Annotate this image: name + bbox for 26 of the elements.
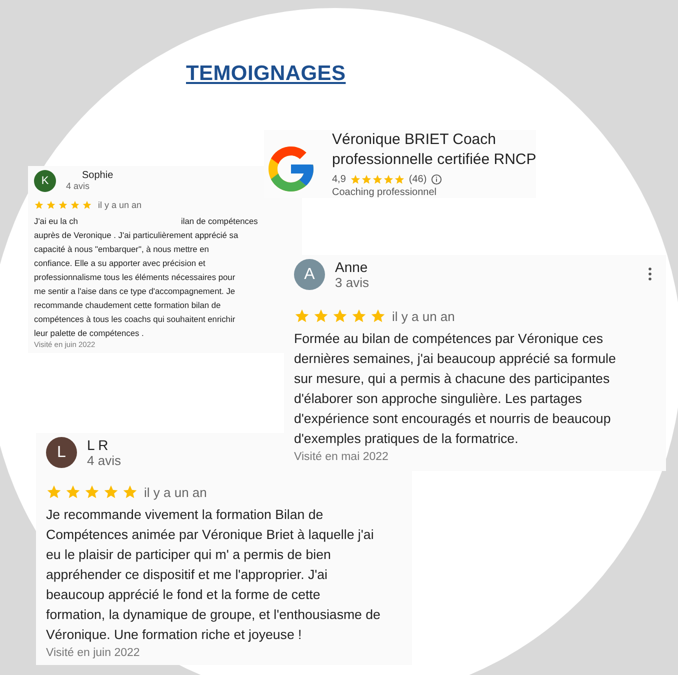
review-count: 4 avis <box>87 453 121 468</box>
review-text: Je recommande vivement la formation Bilan de Compétences animée par Véronique Briet à laquelle j'ai eu le plaisir de participer qui m' a permis de bien appréhender ce dispositif et me l'approprier. J'ai beaucoup apprécié le fond et la forme de cette formation, la dynamique de groupe, et l'enthousiasme de Véronique. Une formation riche et joyeuse ! <box>46 506 382 644</box>
reviewer-name: Anne <box>335 259 369 275</box>
review-text: Formée au bilan de compétences par Véronique ces dernières semaines, j'ai beaucoup apprécié sa formule sur mesure, qui a permis à chacune des participantes d'élaborer son approche singulière. Les partages d'expérience sont encouragés et nourris de beaucoup d'exemples pratiques de la formatrice. <box>294 330 617 448</box>
review-date: il y a un an <box>98 200 142 210</box>
avatar: K <box>34 170 56 192</box>
reviewer-name: L R <box>87 437 110 453</box>
business-category: Coaching professionnel <box>332 187 438 198</box>
rating-value: 4,9 <box>332 174 346 185</box>
review-date: il y a un an <box>144 484 207 500</box>
review-text: auprès de Veronique . J'ai particulièrement apprécié sa capacité à nous "embarquer", à nous mettre en confiance. Elle a su apporter avec précision et professionnalisme tous les éléments nécessaires pour me sentir a l'aise dans ce type d'accompagnement. Je recommande chaudement cette formation bilan de compétences à tous les coachs qui souhaitent enrichir leur palette de compétences . <box>34 229 240 340</box>
review-count: 3 avis <box>335 275 369 290</box>
business-name: Véronique BRIET Coach professionnelle certifiée RNCP <box>332 130 536 170</box>
more-options-icon[interactable] <box>648 267 652 281</box>
info-icon[interactable] <box>430 174 442 185</box>
review-text-fragment: J'ai eu la ch <box>34 215 78 228</box>
visit-date: Visité en mai 2022 <box>294 451 390 463</box>
review-count: 4 avis <box>66 181 91 191</box>
avatar: A <box>294 259 325 290</box>
section-title: TEMOIGNAGES <box>186 62 346 86</box>
review-count: (46) <box>408 174 427 185</box>
review-text-fragment: ilan de compétences <box>180 215 258 228</box>
visit-date: Visité en juin 2022 <box>46 647 141 659</box>
avatar: L <box>46 437 77 468</box>
reviewer-name: Sophie <box>82 170 114 181</box>
review-date: il y a un an <box>392 308 455 324</box>
